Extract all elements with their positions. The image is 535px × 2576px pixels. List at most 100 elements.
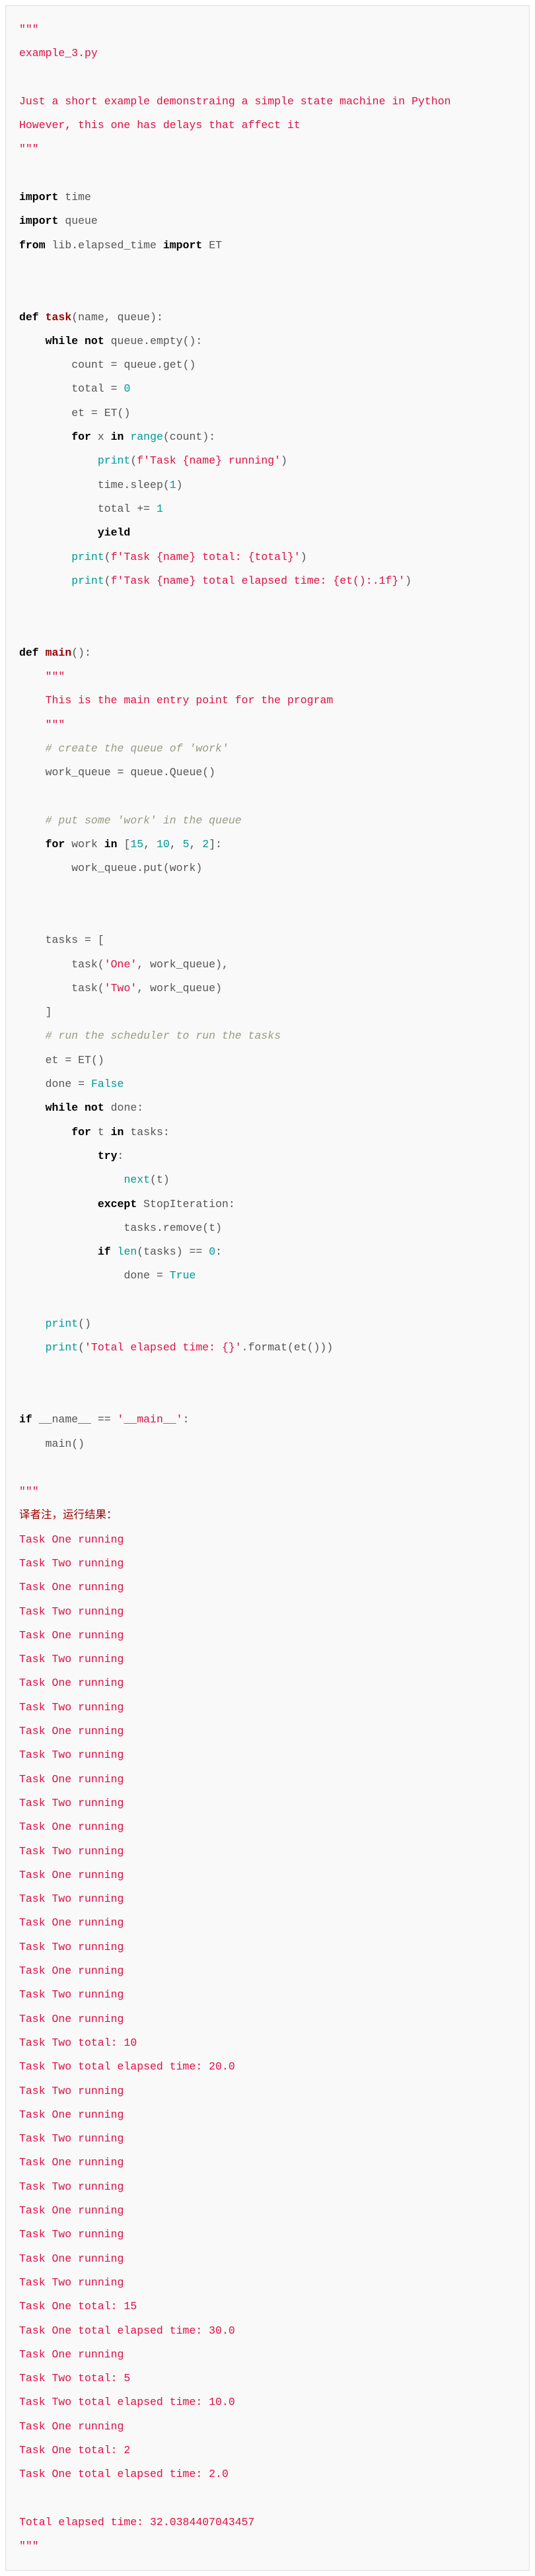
var-total: total	[98, 503, 131, 515]
bi-print: print	[46, 1341, 79, 1354]
expr-empty: empty	[150, 335, 183, 347]
kw-for: for	[71, 431, 91, 443]
num-zero: 0	[124, 382, 130, 395]
param-queue: queue	[118, 311, 151, 324]
kw-for: for	[71, 1126, 91, 1138]
arg-wq: work_queue	[150, 958, 215, 971]
var-done: done	[46, 1078, 72, 1090]
var-done: done	[111, 1101, 137, 1114]
call-et: et	[294, 1341, 307, 1354]
docstring-filename: example_3.py	[19, 47, 98, 59]
kw-import: import	[19, 215, 58, 227]
kw-while: while	[46, 1101, 79, 1114]
param-name: name	[78, 311, 104, 324]
main-doc-text: This is the main entry point for the pro…	[46, 694, 334, 707]
var-tasks: tasks	[130, 1126, 163, 1138]
var-tasks: tasks	[46, 934, 79, 946]
mod-queue: queue	[65, 215, 98, 227]
comment-create-queue: # create the queue of 'work'	[46, 742, 229, 755]
var-work-queue: work_queue	[71, 862, 137, 874]
num-2: 2	[202, 838, 209, 851]
var-total: total	[71, 382, 104, 395]
str-dunder-main: '__main__'	[118, 1413, 183, 1426]
kw-while: while	[46, 335, 79, 347]
main-doc-close-line: """	[19, 718, 65, 731]
arg-wq: work_queue	[150, 982, 215, 994]
num-zero: 0	[209, 1245, 215, 1258]
num-5: 5	[183, 838, 190, 851]
code-block: """ example_3.py Just a short example de…	[5, 5, 530, 2571]
str-running: f'Task {name} running'	[137, 454, 281, 467]
output-body: Task One running Task Two running Task O…	[19, 1533, 254, 2528]
call-ET: ET()	[104, 407, 131, 419]
method-put: put	[143, 862, 163, 874]
docstring-close: """	[19, 143, 39, 155]
bi-print: print	[98, 454, 131, 467]
main-doc-open: """	[46, 670, 65, 683]
bi-range: range	[130, 431, 163, 443]
var-work-queue: work_queue	[46, 766, 111, 779]
num-15: 15	[130, 838, 143, 851]
kw-from: from	[19, 239, 46, 252]
from-name: ET	[209, 239, 222, 252]
var-x: x	[98, 431, 104, 443]
trailing-delim: """	[19, 1485, 39, 1498]
str-total-elapsed: 'Total elapsed time: {}'	[85, 1341, 242, 1354]
var-et: et	[46, 1054, 59, 1066]
output-heading: 译者注，运行结果：	[19, 1509, 118, 1521]
var-done: done	[124, 1269, 150, 1282]
kw-in: in	[111, 431, 124, 443]
var-tasks: tasks	[124, 1222, 157, 1234]
call-sleep: time.sleep	[98, 479, 163, 491]
docstring-line-2: However, this one has delays that affect…	[19, 119, 301, 131]
dunder-name: __name__	[39, 1413, 91, 1426]
exc-StopIteration: StopIteration	[143, 1198, 229, 1210]
call-queue-Queue: queue.Queue()	[130, 766, 215, 779]
call-main: main()	[46, 1438, 85, 1450]
mod-time: time	[65, 191, 91, 203]
fn-main: main	[46, 646, 72, 659]
const-False: False	[91, 1078, 124, 1090]
comment-run-sched: # run the scheduler to run the tasks	[46, 1029, 281, 1042]
kw-def: def	[19, 646, 39, 659]
kw-in: in	[111, 1126, 124, 1138]
str-one: 'One'	[104, 958, 137, 971]
str-two: 'Two'	[104, 982, 137, 994]
fn-task: task	[46, 311, 72, 324]
method-format: format	[248, 1341, 287, 1354]
expr-queue: queue	[111, 335, 144, 347]
call-task-two: task	[71, 982, 98, 994]
call-task-one: task	[71, 958, 98, 971]
kw-if: if	[98, 1245, 111, 1258]
kw-import: import	[163, 239, 202, 252]
kw-yield: yield	[98, 526, 131, 539]
kw-for: for	[46, 838, 65, 851]
arg-work: work	[170, 862, 196, 874]
arg-tasks: tasks	[143, 1245, 176, 1258]
kw-def: def	[19, 311, 39, 324]
main-doc-close: """	[46, 718, 65, 731]
docstring-open: """	[19, 23, 39, 36]
bi-print: print	[71, 551, 104, 563]
str-total: f'Task {name} total: {total}'	[111, 551, 301, 563]
arg-t: t	[157, 1173, 163, 1186]
str-elapsed: f'Task {name} total elapsed time: {et():…	[111, 574, 406, 587]
closing-delim: """	[19, 2540, 39, 2552]
num-one: 1	[170, 479, 176, 491]
arg-t: t	[209, 1222, 215, 1234]
expr-queue-get: queue.get()	[124, 359, 196, 371]
call-ET: ET()	[78, 1054, 104, 1066]
kw-in: in	[104, 838, 118, 851]
const-True: True	[170, 1269, 196, 1282]
kw-not: not	[85, 335, 104, 347]
num-10: 10	[157, 838, 170, 851]
bi-print: print	[71, 574, 104, 587]
num-one: 1	[157, 503, 163, 515]
var-t: t	[98, 1126, 104, 1138]
code-content: """ example_3.py Just a short example de…	[19, 18, 516, 2558]
var-work: work	[71, 838, 98, 851]
bi-print: print	[46, 1317, 79, 1330]
docstring-line-1: Just a short example demonstraing a simp…	[19, 95, 451, 108]
arg-count: count	[170, 431, 203, 443]
from-mod: lib.elapsed_time	[52, 239, 157, 252]
